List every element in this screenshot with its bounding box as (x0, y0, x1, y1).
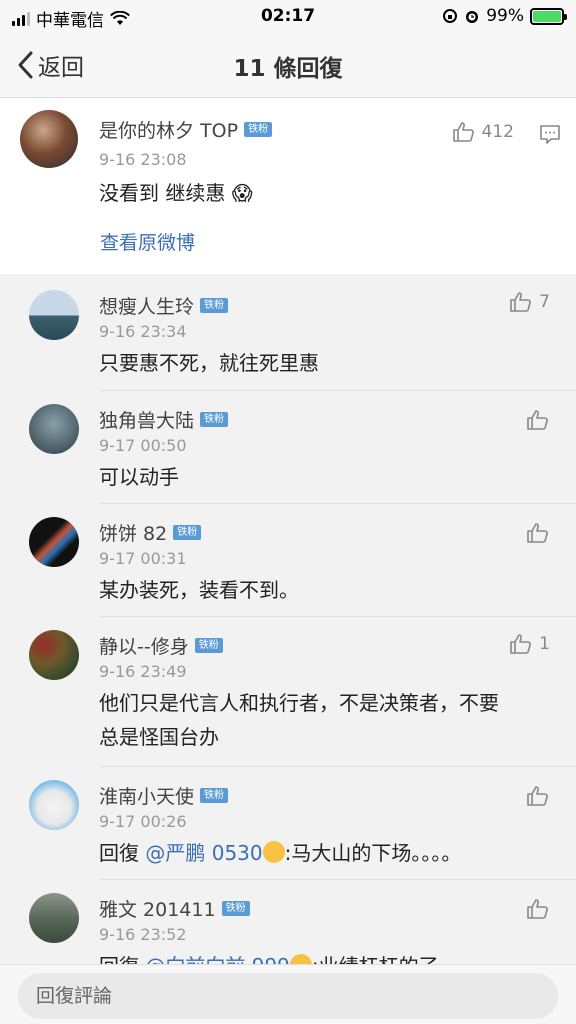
comment-icon[interactable] (538, 122, 562, 146)
user-name[interactable]: 淮南小天使 (99, 782, 194, 809)
reply-text: 某办装死，装看不到。 (99, 578, 299, 602)
back-button[interactable]: 返回 (16, 48, 84, 82)
like-button[interactable] (526, 408, 550, 432)
thumbs-up-icon (510, 292, 532, 312)
reply-time: 9-17 00:31 (99, 549, 187, 568)
reply-prefix: 回復 (99, 841, 139, 865)
reply-text-line-2: 总是怪国台办 (99, 725, 219, 749)
fan-badge: 铁粉 (173, 525, 202, 540)
user-name[interactable]: 雅文 201411 (99, 895, 216, 922)
user-name[interactable]: 独角兽大陆 (99, 406, 194, 433)
thumbs-up-icon (527, 523, 548, 543)
reply-user[interactable]: 静以--修身 铁粉 (99, 632, 223, 659)
nav-bar: 返回 11 條回復 (0, 34, 576, 98)
reply-time: 9-17 00:26 (99, 812, 187, 831)
reply-time: 9-17 00:50 (99, 436, 187, 455)
avatar[interactable] (29, 630, 79, 680)
battery-percent: 99% (486, 6, 524, 26)
fan-badge: 铁粉 (200, 298, 229, 313)
divider (99, 879, 576, 880)
thumbs-up-icon (510, 634, 532, 654)
emoji-icon (289, 954, 312, 964)
avatar[interactable] (29, 893, 79, 943)
avatar[interactable] (29, 517, 79, 567)
reply-user[interactable]: 饼饼 82 铁粉 (99, 519, 202, 546)
reply-prefix: 回復 (99, 954, 139, 964)
reply-text-body: :业绩杠杠的了 (312, 954, 439, 964)
rotation-lock-icon (443, 9, 458, 23)
avatar[interactable] (29, 290, 79, 340)
user-name[interactable]: 静以--修身 (99, 632, 189, 659)
reply-time: 9-16 23:52 (99, 925, 187, 944)
reply-user[interactable]: 想瘦人生玲 铁粉 (99, 292, 229, 319)
main-comment: 是你的林夕 TOP 铁粉 9-16 23:08 没看到 继续惠 😱 查看原微博 … (0, 98, 576, 274)
like-button[interactable] (526, 784, 550, 808)
fan-badge: 铁粉 (200, 412, 229, 427)
avatar[interactable] (29, 404, 79, 454)
status-bar: 中華電信 02:17 99% (0, 0, 576, 34)
reply-user[interactable]: 淮南小天使 铁粉 (99, 782, 229, 809)
mention-link[interactable]: @严鹏 0530 (145, 841, 262, 865)
mention-link[interactable]: @向前向前 999 (145, 954, 290, 964)
comment-text: 没看到 继续惠 😱 (99, 181, 253, 205)
user-name[interactable]: 想瘦人生玲 (99, 292, 194, 319)
chevron-left-icon (18, 51, 33, 79)
reply-time: 9-16 23:49 (99, 662, 187, 681)
replies-list[interactable]: 想瘦人生玲 铁粉 9-16 23:34 只要惠不死，就往死里惠 7 独角兽大陆 … (0, 274, 576, 964)
like-button[interactable]: 7 (509, 290, 550, 314)
comment-time: 9-16 23:08 (99, 150, 187, 169)
reply-text-body: :马大山的下场。。。。 (284, 841, 462, 865)
thumbs-up-icon (527, 899, 548, 919)
reply-text: 只要惠不死，就往死里惠 (99, 351, 319, 375)
avatar[interactable] (20, 110, 78, 168)
reply-user[interactable]: 独角兽大陆 铁粉 (99, 406, 229, 433)
thumbs-up-icon (452, 122, 474, 142)
reply-comment-input[interactable] (18, 973, 558, 1019)
reply-time: 9-16 23:34 (99, 322, 187, 341)
crying-emoji-icon (262, 841, 285, 863)
thumbs-up-icon (527, 786, 548, 806)
main-comment-user[interactable]: 是你的林夕 TOP 铁粉 (99, 116, 273, 143)
fan-badge: 铁粉 (244, 122, 273, 137)
view-original-link[interactable]: 查看原微博 (100, 228, 195, 255)
like-button[interactable]: 1 (509, 632, 550, 656)
reply-text-line-1: 他们只是代言人和执行者，不是决策者，不要 (99, 691, 499, 715)
reply-text: 回復 @严鹏 0530 :马大山的下场。。。。 (99, 836, 461, 870)
divider (99, 616, 576, 617)
like-count: 7 (539, 292, 550, 312)
like-button[interactable] (526, 521, 550, 545)
divider (99, 390, 576, 391)
bottom-bar (0, 964, 576, 1024)
fan-badge: 铁粉 (221, 901, 250, 916)
reply-text: 可以动手 (99, 465, 179, 489)
fan-badge: 铁粉 (194, 638, 223, 653)
avatar[interactable] (29, 780, 79, 830)
reply-text: 回復 @向前向前 999 :业绩杠杠的了 (99, 949, 439, 964)
divider (99, 766, 576, 767)
alarm-icon (466, 11, 479, 23)
user-name[interactable]: 是你的林夕 TOP (99, 116, 238, 143)
like-count: 1 (539, 634, 550, 654)
page-title: 11 條回復 (233, 56, 343, 82)
status-right: 99% (442, 6, 567, 26)
battery-icon (530, 7, 567, 25)
like-button[interactable] (526, 897, 550, 921)
user-name[interactable]: 饼饼 82 (99, 519, 167, 546)
fan-badge: 铁粉 (200, 788, 229, 803)
reply-user[interactable]: 雅文 201411 铁粉 (99, 895, 250, 922)
divider (99, 503, 576, 504)
like-count: 412 (481, 122, 514, 142)
thumbs-up-icon (527, 410, 548, 430)
back-label: 返回 (38, 55, 84, 81)
like-button[interactable]: 412 (452, 120, 514, 144)
